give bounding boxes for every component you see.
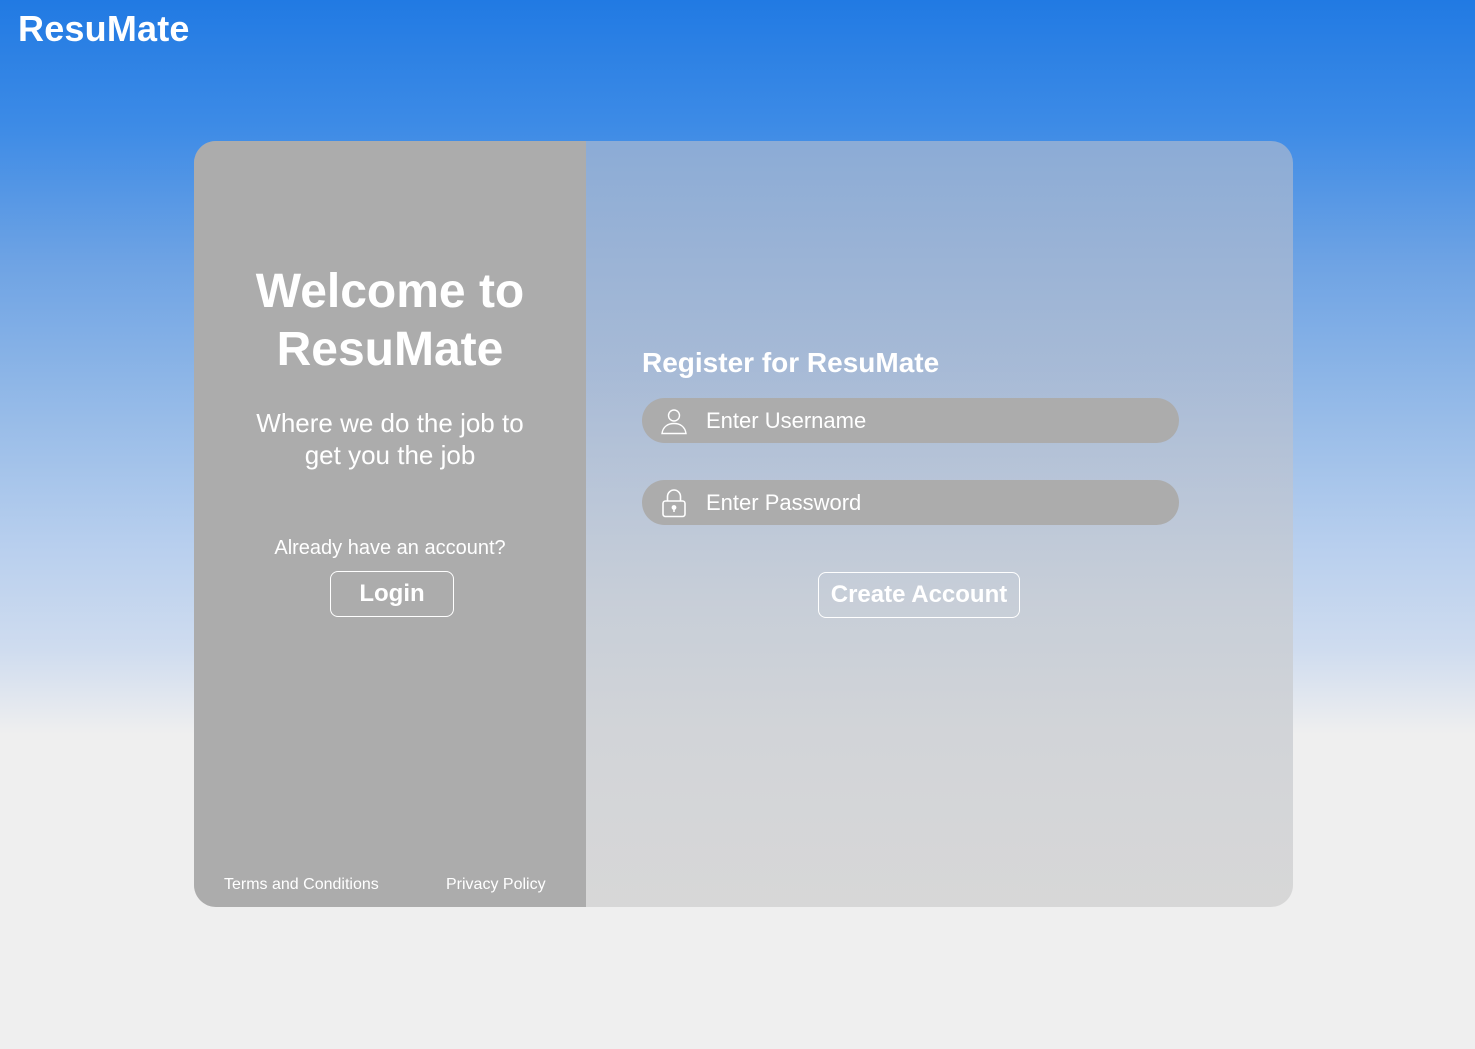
welcome-panel: Welcome to ResuMate Where we do the job … xyxy=(194,141,586,907)
brand-logo[interactable]: ResuMate xyxy=(18,8,190,50)
register-panel: Register for ResuMate Create xyxy=(586,141,1293,907)
lock-icon xyxy=(660,488,688,518)
welcome-title: Welcome to ResuMate xyxy=(255,265,525,376)
create-account-button[interactable]: Create Account xyxy=(818,572,1020,618)
already-account-text: Already have an account? xyxy=(274,537,506,559)
auth-card: Welcome to ResuMate Where we do the job … xyxy=(194,141,1293,907)
terms-link[interactable]: Terms and Conditions xyxy=(224,876,379,894)
password-field[interactable] xyxy=(642,480,1179,525)
privacy-link[interactable]: Privacy Policy xyxy=(446,876,546,894)
username-input[interactable] xyxy=(706,398,1179,443)
tagline: Where we do the job to get you the job xyxy=(256,408,524,470)
username-field[interactable] xyxy=(642,398,1179,443)
register-title: Register for ResuMate xyxy=(642,347,940,378)
password-input[interactable] xyxy=(706,480,1179,525)
login-button[interactable]: Login xyxy=(330,571,454,617)
user-icon xyxy=(660,406,688,436)
